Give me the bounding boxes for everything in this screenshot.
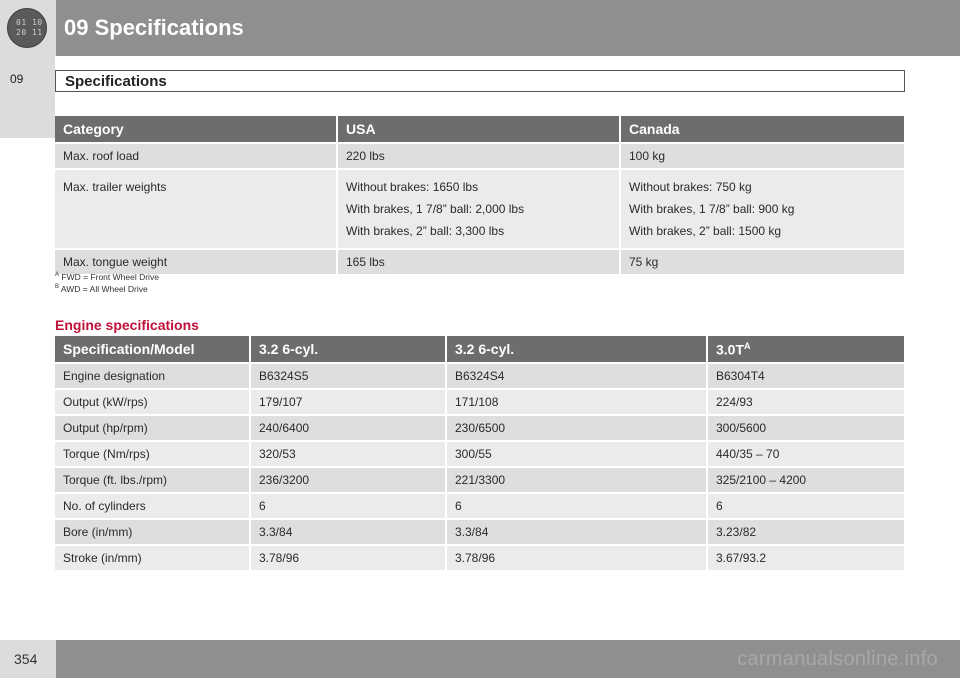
table-cell: Output (kW/rps): [55, 388, 251, 414]
table-cell: Engine designation: [55, 362, 251, 388]
table-cell: Max. trailer weights: [55, 168, 338, 248]
table-cell: No. of cylinders: [55, 492, 251, 518]
cell-line: With brakes, 2” ball: 1500 kg: [629, 224, 782, 238]
table-row: Torque (Nm/rps) 320/53 300/55 440/35 – 70: [55, 440, 904, 466]
table-cell: 440/35 – 70: [708, 440, 904, 466]
table-cell: 300/55: [447, 440, 708, 466]
table-cell: 325/2100 – 4200: [708, 466, 904, 492]
table-cell: Max. roof load: [55, 142, 338, 168]
table-row: No. of cylinders 6 6 6: [55, 492, 904, 518]
table-cell: 221/3300: [447, 466, 708, 492]
table-row: Bore (in/mm) 3.3/84 3.3/84 3.23/82: [55, 518, 904, 544]
column-header: Canada: [621, 116, 904, 142]
table-row: Output (hp/rpm) 240/6400 230/6500 300/5600: [55, 414, 904, 440]
table-row: Torque (ft. lbs./rpm) 236/3200 221/3300 325…: [55, 466, 904, 492]
table-cell: 3.78/96: [251, 544, 447, 570]
table-cell: 220 lbs: [338, 142, 621, 168]
table-cell: 6: [708, 492, 904, 518]
table-cell: 3.67/93.2: [708, 544, 904, 570]
table-cell: 165 lbs: [338, 248, 621, 274]
table-cell: Torque (Nm/rps): [55, 440, 251, 466]
table-row: Max. trailer weights Without brakes: 165…: [55, 168, 904, 248]
column-header: 3.0TA: [708, 336, 904, 362]
table-cell: 240/6400: [251, 414, 447, 440]
footnote: B AWD = All Wheel Drive: [55, 282, 159, 294]
cell-line: Max. trailer weights: [63, 180, 167, 194]
column-header: Category: [55, 116, 338, 142]
table-cell: Output (hp/rpm): [55, 414, 251, 440]
table-cell: 100 kg: [621, 142, 904, 168]
table-cell: B6324S4: [447, 362, 708, 388]
column-header: USA: [338, 116, 621, 142]
table-cell: Without brakes: 750 kg With brakes, 1 7/…: [621, 168, 904, 248]
table-row: Max. roof load 220 lbs 100 kg: [55, 142, 904, 168]
table-cell: 224/93: [708, 388, 904, 414]
load-table: Category USA Canada Max. roof load 220 l…: [55, 116, 904, 274]
cell-line: With brakes, 1 7/8” ball: 900 kg: [629, 202, 795, 216]
watermark: carmanualsonline.info: [737, 648, 938, 670]
chapter-side-tab: 09: [0, 56, 55, 138]
table-cell: 3.78/96: [447, 544, 708, 570]
table-cell: 179/107: [251, 388, 447, 414]
table-cell: Without brakes: 1650 lbs With brakes, 1 …: [338, 168, 621, 248]
footnote-mark: A: [55, 272, 60, 278]
table-cell: 236/3200: [251, 466, 447, 492]
cell-line: Without brakes: 1650 lbs: [346, 180, 479, 194]
footnote-text: FWD = Front Wheel Drive: [61, 271, 159, 282]
chapter-badge-icon: 01 10 20 11: [7, 8, 47, 48]
footnotes: A FWD = Front Wheel Drive B AWD = All Wh…: [55, 270, 159, 294]
column-header-text: 3.0T: [716, 341, 745, 358]
footnote-text: AWD = All Wheel Drive: [60, 283, 148, 294]
table-cell: 75 kg: [621, 248, 904, 274]
engine-table: Specification/Model 3.2 6-cyl. 3.2 6-cyl…: [55, 336, 904, 570]
table-cell: 300/5600: [708, 414, 904, 440]
table-row: Output (kW/rps) 179/107 171/108 224/93: [55, 388, 904, 414]
table-cell: 6: [251, 492, 447, 518]
engine-specifications-heading: Engine specifications: [55, 317, 199, 333]
table-cell: 6: [447, 492, 708, 518]
table-cell: Torque (ft. lbs./rpm): [55, 466, 251, 492]
table-cell: B6304T4: [708, 362, 904, 388]
table-cell: 320/53: [251, 440, 447, 466]
header-tab: 01 10 20 11: [0, 0, 56, 56]
table-row: Engine designation B6324S5 B6324S4 B6304T4: [55, 362, 904, 388]
footnote: A FWD = Front Wheel Drive: [55, 270, 159, 282]
table-cell: 230/6500: [447, 414, 708, 440]
table-cell: 3.3/84: [447, 518, 708, 544]
table-cell: B6324S5: [251, 362, 447, 388]
section-heading: Specifications: [55, 70, 905, 92]
page-number: 354: [14, 651, 38, 667]
table-cell: 171/108: [447, 388, 708, 414]
cell-line: With brakes, 2” ball: 3,300 lbs: [346, 224, 505, 238]
table-header-row: Category USA Canada: [55, 116, 904, 142]
cell-line: Without brakes: 750 kg: [629, 180, 752, 194]
column-header: 3.2 6-cyl.: [447, 336, 708, 362]
table-cell: Stroke (in/mm): [55, 544, 251, 570]
badge-line-2: 20 11: [16, 28, 43, 37]
table-row: Max. tongue weight 165 lbs 75 kg: [55, 248, 904, 274]
cell-line: With brakes, 1 7/8” ball: 2,000 lbs: [346, 202, 525, 216]
table-cell: Bore (in/mm): [55, 518, 251, 544]
page-title: 09 Specifications: [64, 15, 244, 40]
footnote-mark: A: [744, 340, 751, 351]
chapter-number: 09: [10, 72, 24, 86]
table-header-row: Specification/Model 3.2 6-cyl. 3.2 6-cyl…: [55, 336, 904, 362]
column-header: 3.2 6-cyl.: [251, 336, 447, 362]
section-title: Specifications: [65, 73, 167, 90]
table-cell: 3.23/82: [708, 518, 904, 544]
column-header: Specification/Model: [55, 336, 251, 362]
badge-line-1: 01 10: [16, 18, 43, 27]
table-row: Stroke (in/mm) 3.78/96 3.78/96 3.67/93.2: [55, 544, 904, 570]
table-cell: 3.3/84: [251, 518, 447, 544]
footnote-mark: B: [55, 283, 60, 290]
